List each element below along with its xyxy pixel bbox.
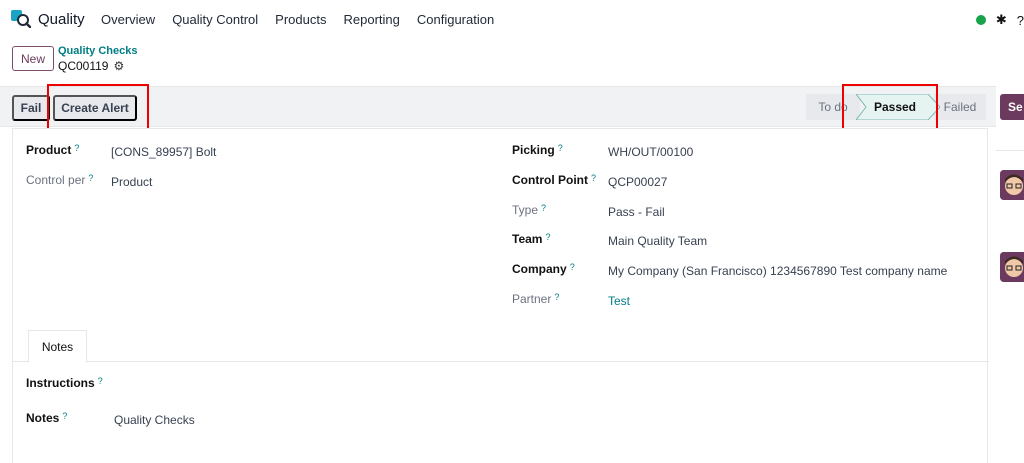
control-point-value[interactable]: QCP00027: [608, 175, 667, 189]
help-tooltip-icon[interactable]: ?: [74, 143, 79, 157]
breadcrumb-parent[interactable]: Quality Checks: [58, 45, 137, 57]
product-value[interactable]: [CONS_89957] Bolt: [111, 145, 216, 159]
top-navbar: Quality Overview Quality Control Product…: [0, 0, 1024, 38]
team-value[interactable]: Main Quality Team: [608, 234, 707, 248]
control-point-label: Control Point?: [512, 173, 596, 187]
team-label: Team?: [512, 232, 551, 246]
help-tooltip-icon[interactable]: ?: [541, 203, 546, 217]
systray: ✱ ?: [975, 12, 1024, 28]
avatar[interactable]: [1000, 252, 1024, 282]
help-icon[interactable]: ?: [1017, 13, 1024, 28]
company-label: Company?: [512, 262, 575, 276]
help-tooltip-icon[interactable]: ?: [98, 376, 103, 390]
menu-reporting[interactable]: Reporting: [343, 12, 399, 27]
menu-quality-control[interactable]: Quality Control: [172, 12, 258, 27]
quality-app-icon[interactable]: [11, 10, 31, 28]
partner-label: Partner?: [512, 292, 560, 306]
control-panel: New Quality Checks QC00119 ⚙: [0, 38, 1024, 86]
avatar[interactable]: [1000, 170, 1024, 200]
notes-label: Notes?: [26, 411, 68, 425]
send-message-button[interactable]: Se: [1000, 94, 1024, 120]
help-tooltip-icon[interactable]: ?: [558, 143, 563, 157]
record-name: QC00119: [58, 59, 109, 73]
notes-value[interactable]: Quality Checks: [114, 413, 195, 427]
type-value: Pass - Fail: [608, 205, 665, 219]
user-avatar-icon: [1000, 170, 1024, 200]
app-name[interactable]: Quality: [38, 11, 85, 28]
help-tooltip-icon[interactable]: ?: [554, 292, 559, 306]
gear-icon[interactable]: ⚙: [113, 59, 124, 73]
fail-button[interactable]: Fail: [12, 95, 50, 121]
main-menu: Overview Quality Control Products Report…: [101, 12, 511, 27]
menu-overview[interactable]: Overview: [101, 12, 155, 27]
chatter-divider: [996, 150, 1024, 151]
stage-failed[interactable]: Failed: [934, 94, 986, 120]
company-value[interactable]: My Company (San Francisco) 1234567890 Te…: [608, 264, 947, 278]
help-tooltip-icon[interactable]: ?: [545, 232, 550, 246]
picking-value[interactable]: WH/OUT/00100: [608, 145, 693, 159]
control-per-value: Product: [111, 175, 153, 189]
online-status-icon[interactable]: [975, 15, 986, 25]
type-label: Type?: [512, 203, 547, 217]
menu-products[interactable]: Products: [275, 12, 326, 27]
instructions-label: Instructions?: [26, 376, 103, 390]
user-avatar-icon: [1000, 252, 1024, 282]
tab-notes[interactable]: Notes: [28, 330, 87, 363]
help-tooltip-icon[interactable]: ?: [570, 262, 575, 276]
product-label: Product?: [26, 143, 80, 157]
menu-configuration[interactable]: Configuration: [417, 12, 494, 27]
control-per-label: Control per?: [26, 173, 94, 187]
picking-label: Picking?: [512, 143, 563, 157]
help-tooltip-icon[interactable]: ?: [591, 173, 596, 187]
help-tooltip-icon[interactable]: ?: [88, 173, 93, 187]
help-tooltip-icon[interactable]: ?: [62, 411, 67, 425]
bug-icon[interactable]: ✱: [996, 12, 1007, 28]
highlight-passed-stage: [842, 84, 938, 130]
new-button[interactable]: New: [12, 46, 54, 71]
partner-value[interactable]: Test: [608, 294, 630, 308]
form-sheet: Product? [CONS_89957] Bolt Control per? …: [12, 128, 989, 463]
highlight-create-alert: [47, 84, 149, 130]
notebook-tabs: Notes: [13, 329, 989, 363]
breadcrumb-current: QC00119 ⚙: [58, 59, 124, 73]
